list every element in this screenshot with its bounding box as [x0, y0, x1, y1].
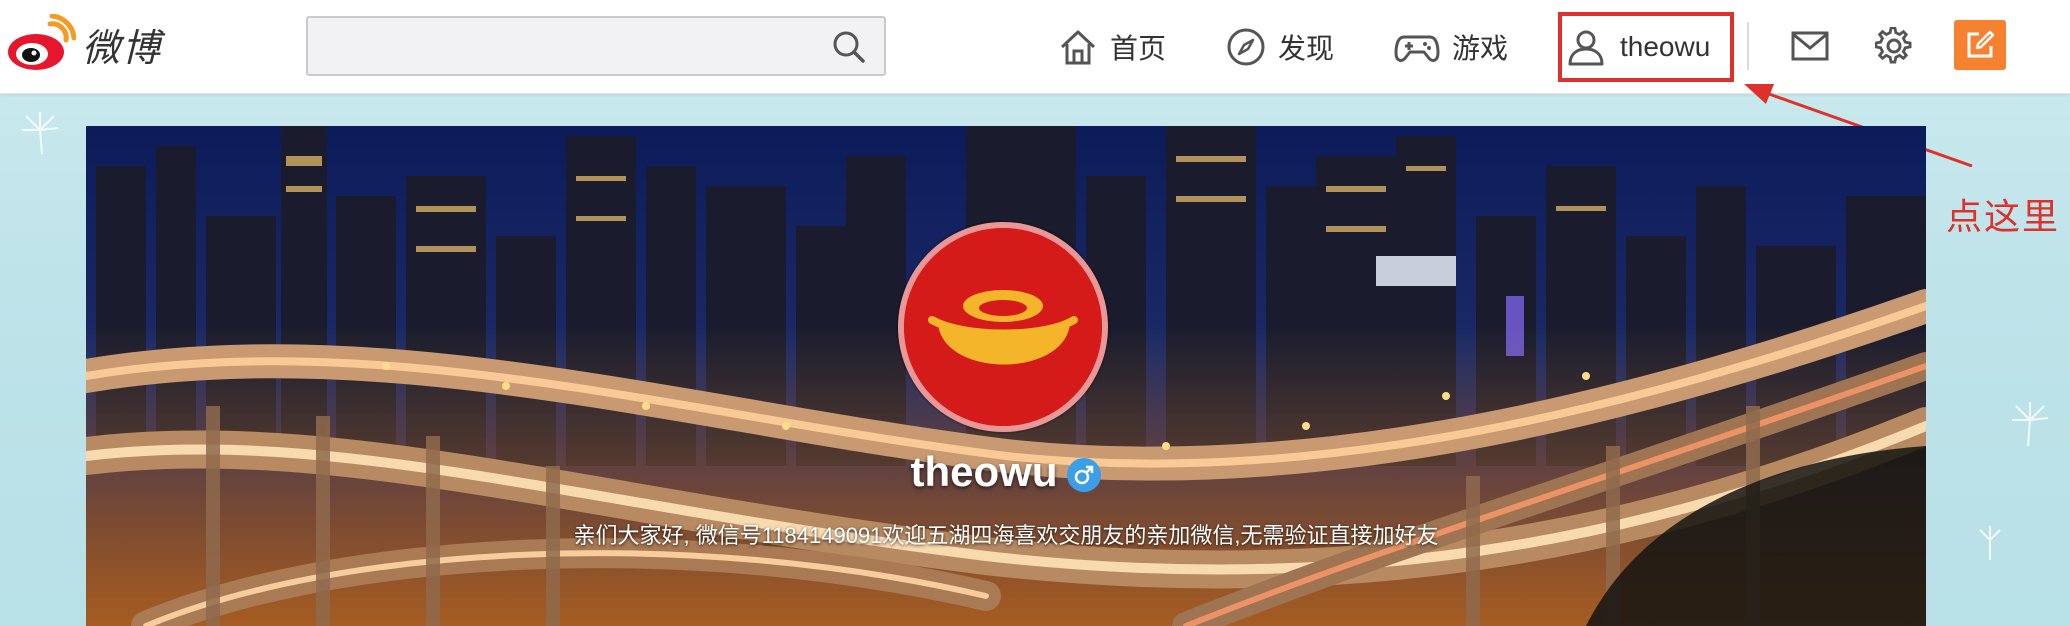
nav-home-label: 首页 — [1110, 33, 1167, 64]
profile-name-row: theowu — [86, 448, 1926, 496]
nav-home[interactable]: 首页 — [1058, 18, 1166, 76]
nav-divider — [1747, 22, 1749, 70]
nav-games[interactable]: 游戏 — [1394, 18, 1508, 76]
settings-button[interactable] — [1872, 24, 1916, 68]
nav-user-label: theowu — [1620, 31, 1711, 62]
mail-icon — [1791, 31, 1829, 61]
profile-username[interactable]: theowu — [911, 448, 1058, 496]
compose-icon — [1967, 30, 1995, 58]
weibo-eye-icon — [8, 14, 76, 70]
profile-bio: 亲们大家好, 微信号1184149091欢迎五湖四海喜欢交朋友的亲加微信,无需验… — [573, 523, 1439, 548]
gear-icon — [1875, 27, 1912, 64]
nav-user-profile[interactable]: theowu — [1558, 12, 1734, 82]
search-icon[interactable] — [832, 30, 866, 64]
compass-icon — [1227, 28, 1265, 66]
gold-ingot-avatar-image — [904, 228, 1102, 426]
home-icon — [1060, 30, 1096, 65]
annotation-label: 点这里 — [1946, 197, 2061, 238]
nav-discover[interactable]: 发现 — [1226, 18, 1334, 76]
search-input[interactable] — [320, 26, 800, 66]
profile-avatar[interactable] — [898, 222, 1108, 432]
nav-games-label: 游戏 — [1452, 33, 1509, 64]
gamepad-icon — [1394, 35, 1440, 62]
weibo-logo[interactable]: 微博 — [6, 12, 176, 76]
profile-cover-banner: theowu 亲们大家好, 微信号1184149091欢迎五湖四海喜欢交朋友的亲… — [86, 126, 1926, 626]
user-icon — [1568, 30, 1604, 66]
compose-button[interactable] — [1954, 20, 2006, 70]
logo-text: 微博 — [82, 25, 163, 70]
nav-discover-label: 发现 — [1278, 33, 1335, 64]
search-box — [306, 16, 886, 76]
messages-button[interactable] — [1788, 24, 1832, 68]
male-gender-icon — [1067, 458, 1102, 492]
